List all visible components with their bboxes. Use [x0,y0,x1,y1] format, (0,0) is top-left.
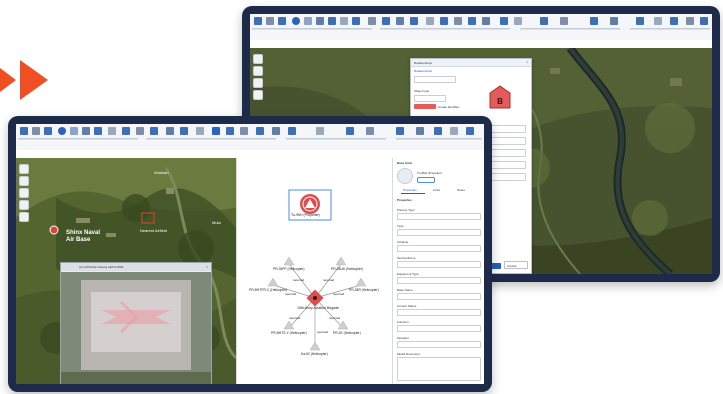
map-label-top: Wushan [154,170,169,175]
front-tool-draw[interactable] [19,188,29,198]
graph-node-3[interactable]: PR-BHTPR-C (Helicopter) [249,288,287,292]
back-tool-pan[interactable] [253,66,263,76]
panel-field-label-2: Id Name [397,240,409,244]
panel-field-label-9: Model Document [397,352,420,356]
panel-title: Base Card [397,161,412,165]
panel-field-label-8: Operator [397,336,409,340]
building-marker-icon: B [489,85,511,109]
front-laptop-frame: Wushan Shinx Naval Air Base Nearest Airf… [8,116,492,392]
link-graph-edges [267,189,367,351]
dialog-title: Relationships [414,60,433,65]
browser-popup[interactable]: (2) GOOGLE Kiwang AETH 000K × [60,262,212,384]
browser-close-icon[interactable]: × [206,265,208,269]
panel-field-8[interactable] [397,341,481,348]
graph-node-4[interactable]: PR-28R (Helicopter) [349,288,379,292]
front-screen: Wushan Shinx Naval Air Base Nearest Airf… [16,124,484,384]
panel-tab-properties[interactable]: Properties [403,188,417,192]
svg-text:B: B [497,97,503,106]
dialog-cancel-label: Cancel [507,263,517,268]
back-tool-draw[interactable] [253,78,263,88]
back-ribbon-toolbar [250,14,712,41]
front-tool-measure[interactable] [19,212,29,222]
panel-field-label-0: Primary Type [397,208,415,212]
panel-field-label-4: Equipment Type [397,272,419,276]
panel-field-4[interactable] [397,277,481,284]
graph-edge-label-4: reported [333,292,345,296]
dialog-search-field[interactable] [414,76,456,83]
dialog-create-label: Create Identifier [438,104,460,109]
panel-field-0[interactable] [397,213,481,220]
graph-node-7[interactable]: Ka-52 (Helicopter) [301,352,328,356]
dialog-field-label: Object type [414,89,430,93]
graph-node-6[interactable]: PR-2K (Helicopter) [333,331,361,335]
front-tool-pan[interactable] [19,176,29,186]
panel-field-1[interactable] [397,229,481,236]
panel-field-5[interactable] [397,293,481,300]
graph-edge-label-5: reported [289,316,301,320]
panel-tab-underline [401,193,425,194]
panel-tab-links[interactable]: Links [433,188,440,192]
panel-field-2[interactable] [397,245,481,252]
dialog-object-type-field[interactable] [414,95,446,102]
panel-field-6[interactable] [397,309,481,316]
panel-badge [417,177,435,183]
back-tool-measure[interactable] [253,90,263,100]
link-graph-panel[interactable]: Tu-95H (Propeller) 15th Army Aviation Br… [236,158,393,384]
panel-entity-icon [397,168,413,184]
graph-edge-label-6: reported [329,316,341,320]
graph-top-node-label[interactable]: Tu-95H (Propeller) [291,213,320,217]
panel-field-7[interactable] [397,325,481,332]
panel-field-label-6: Current Status [397,304,417,308]
graph-edge-label-7: reported [317,330,329,334]
dialog-close-icon[interactable]: × [526,60,528,64]
play-arrow-icon [0,60,48,100]
panel-field-label-3: Service/Force [397,256,416,260]
back-tool-select[interactable] [253,54,263,64]
graph-edge-label-3: reported [285,292,297,296]
graph-node-2[interactable]: PR-28LW (Helicopter) [331,267,363,271]
properties-panel: Base Card Tu-95H (Propeller) Properties … [392,158,484,384]
front-ribbon-icons[interactable] [16,124,484,150]
panel-field-3[interactable] [397,261,481,268]
front-ribbon-toolbar [16,124,484,151]
graph-edge-label-2: reported [323,278,335,282]
front-tool-select[interactable] [19,164,29,174]
graph-node-1[interactable]: PR-35PF (Helicopter) [273,267,305,271]
panel-field-9[interactable] [397,357,481,381]
panel-subtitle: Tu-95H (Propeller) [417,171,442,175]
map-label-right: Mula [212,220,221,225]
graph-edge-label-1: reported [293,278,305,282]
dialog-create-button[interactable] [414,104,436,109]
panel-tab-notes[interactable]: Notes [457,188,465,192]
panel-field-label-1: Type [397,224,404,228]
browser-satellite-image [61,272,211,384]
graph-center-label[interactable]: 15th Army Aviation Brigade [297,306,339,310]
panel-section-title: Properties [397,198,412,202]
back-ribbon-icons[interactable] [250,14,712,40]
map-label-base: Shinx Naval Air Base [66,230,101,243]
dialog-tab-relationships[interactable]: Relationships [414,69,432,73]
panel-field-label-5: Base Name [397,288,413,292]
graph-node-5[interactable]: PR-BHTS-Y (Helicopter) [271,331,307,335]
map-label-nearby: Nearest Airfield [140,228,168,233]
browser-tab-title[interactable]: (2) GOOGLE Kiwang AETH 000K [79,265,124,269]
front-tool-zoom[interactable] [19,200,29,210]
front-satellite-map[interactable]: Wushan Shinx Naval Air Base Nearest Airf… [16,158,236,384]
panel-field-label-7: Function [397,320,409,324]
